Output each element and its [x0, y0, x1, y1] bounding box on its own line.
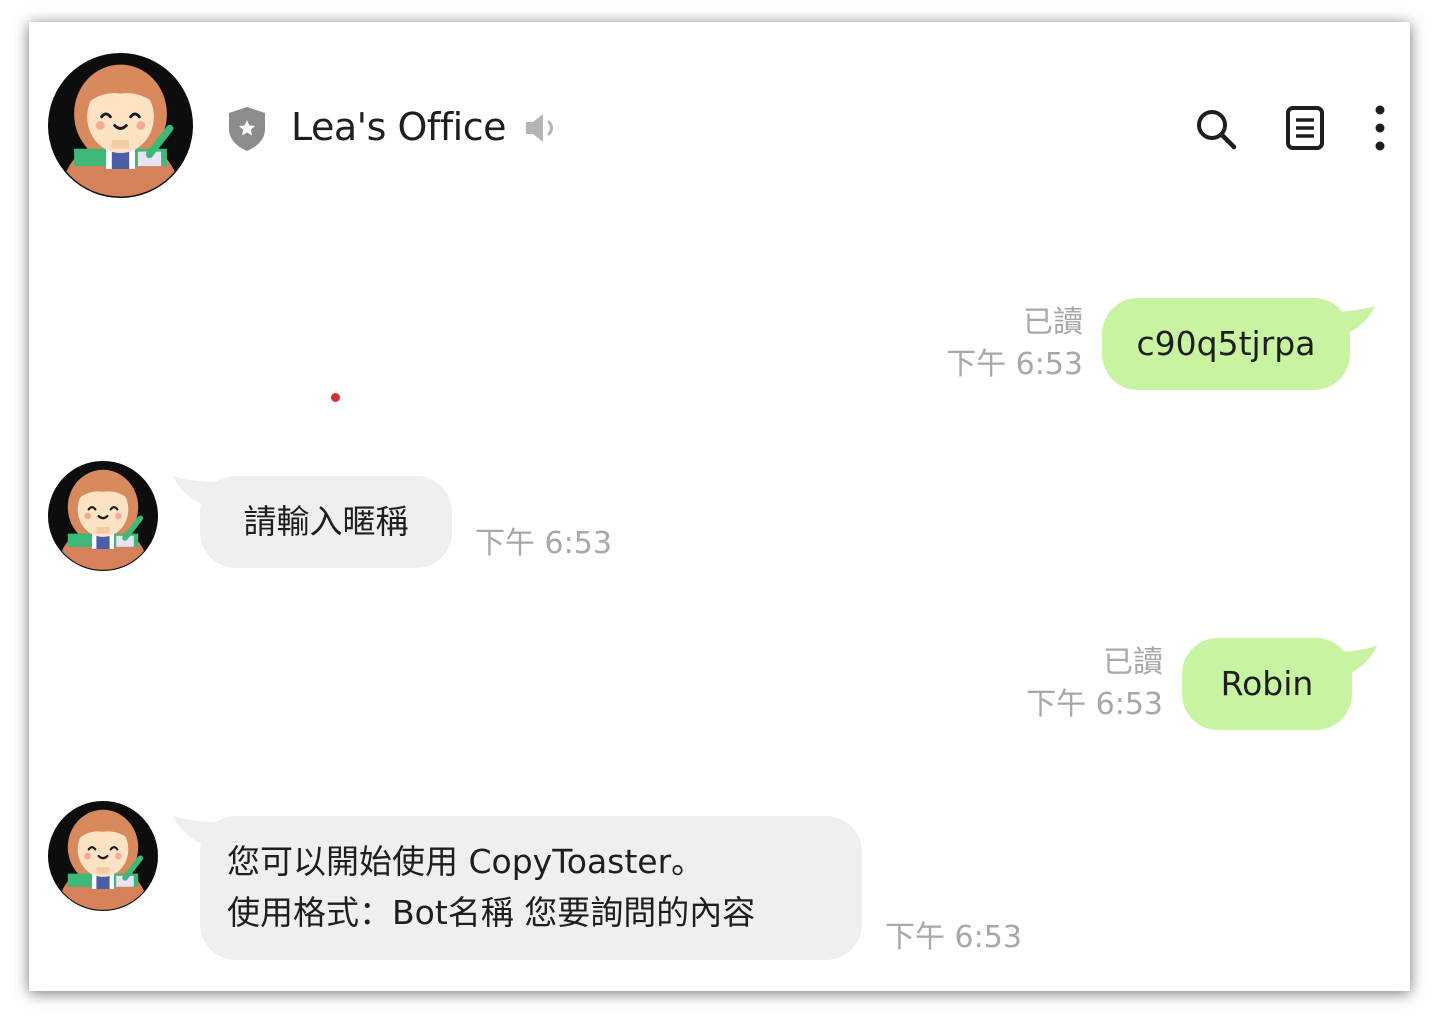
- bubble-tail: [1331, 646, 1377, 678]
- message-time: 下午 6:53: [885, 920, 1022, 955]
- speaker-muted-icon[interactable]: [523, 110, 561, 146]
- outgoing-message-bubble[interactable]: Robin: [1182, 638, 1352, 730]
- message-meta: 已讀 下午 6:53: [1026, 642, 1163, 726]
- bubble-tail: [1329, 306, 1375, 338]
- message-time: 下午 6:53: [946, 347, 1083, 382]
- shield-icon: [229, 107, 265, 151]
- chat-avatar[interactable]: [48, 53, 193, 198]
- read-receipt: 已讀: [1103, 645, 1163, 680]
- notes-icon[interactable]: [1282, 104, 1328, 152]
- message-time: 下午 6:53: [1026, 687, 1163, 722]
- message-time: 下午 6:53: [475, 526, 612, 561]
- indicator-dot: [331, 393, 340, 402]
- message-text: c90q5tjrpa: [1136, 324, 1316, 363]
- read-receipt: 已讀: [1023, 305, 1083, 340]
- chat-window: Lea's Office 已讀 下午 6:53 c90q5tjrpa 請輸入暱稱…: [29, 22, 1410, 991]
- incoming-message-bubble[interactable]: 請輸入暱稱: [200, 476, 452, 568]
- incoming-message-bubble[interactable]: 您可以開始使用 CopyToaster。 使用格式：Bot名稱 您要詢問的內容: [200, 816, 862, 960]
- message-text: Robin: [1220, 664, 1314, 703]
- outgoing-message-bubble[interactable]: c90q5tjrpa: [1102, 298, 1350, 390]
- message-text-line: 使用格式：Bot名稱 您要詢問的內容: [227, 893, 756, 932]
- sender-avatar[interactable]: [48, 461, 158, 571]
- message-text-line: 您可以開始使用 CopyToaster。: [227, 842, 705, 881]
- chat-title: Lea's Office: [291, 105, 507, 149]
- message-meta: 已讀 下午 6:53: [946, 302, 1083, 386]
- more-vertical-icon[interactable]: [1365, 104, 1395, 152]
- message-text: 請輸入暱稱: [243, 502, 409, 541]
- sender-avatar[interactable]: [48, 801, 158, 911]
- search-icon[interactable]: [1193, 106, 1239, 152]
